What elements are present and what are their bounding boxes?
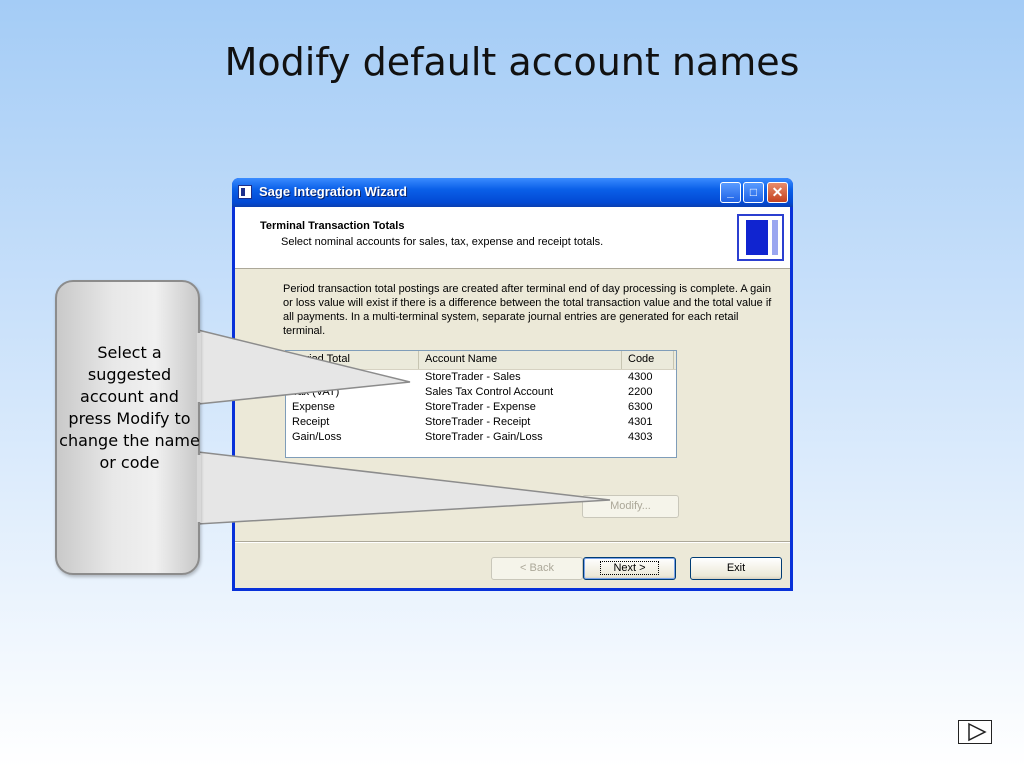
callout-box: Select a suggested account and press Mod… — [55, 280, 200, 575]
callout-text: Select a suggested account and press Mod… — [59, 343, 200, 472]
next-slide-button[interactable] — [958, 720, 992, 744]
callout-pointer-to-modify — [197, 451, 611, 525]
play-triangle-icon — [968, 722, 987, 742]
callout-pointer-to-list — [197, 329, 411, 405]
